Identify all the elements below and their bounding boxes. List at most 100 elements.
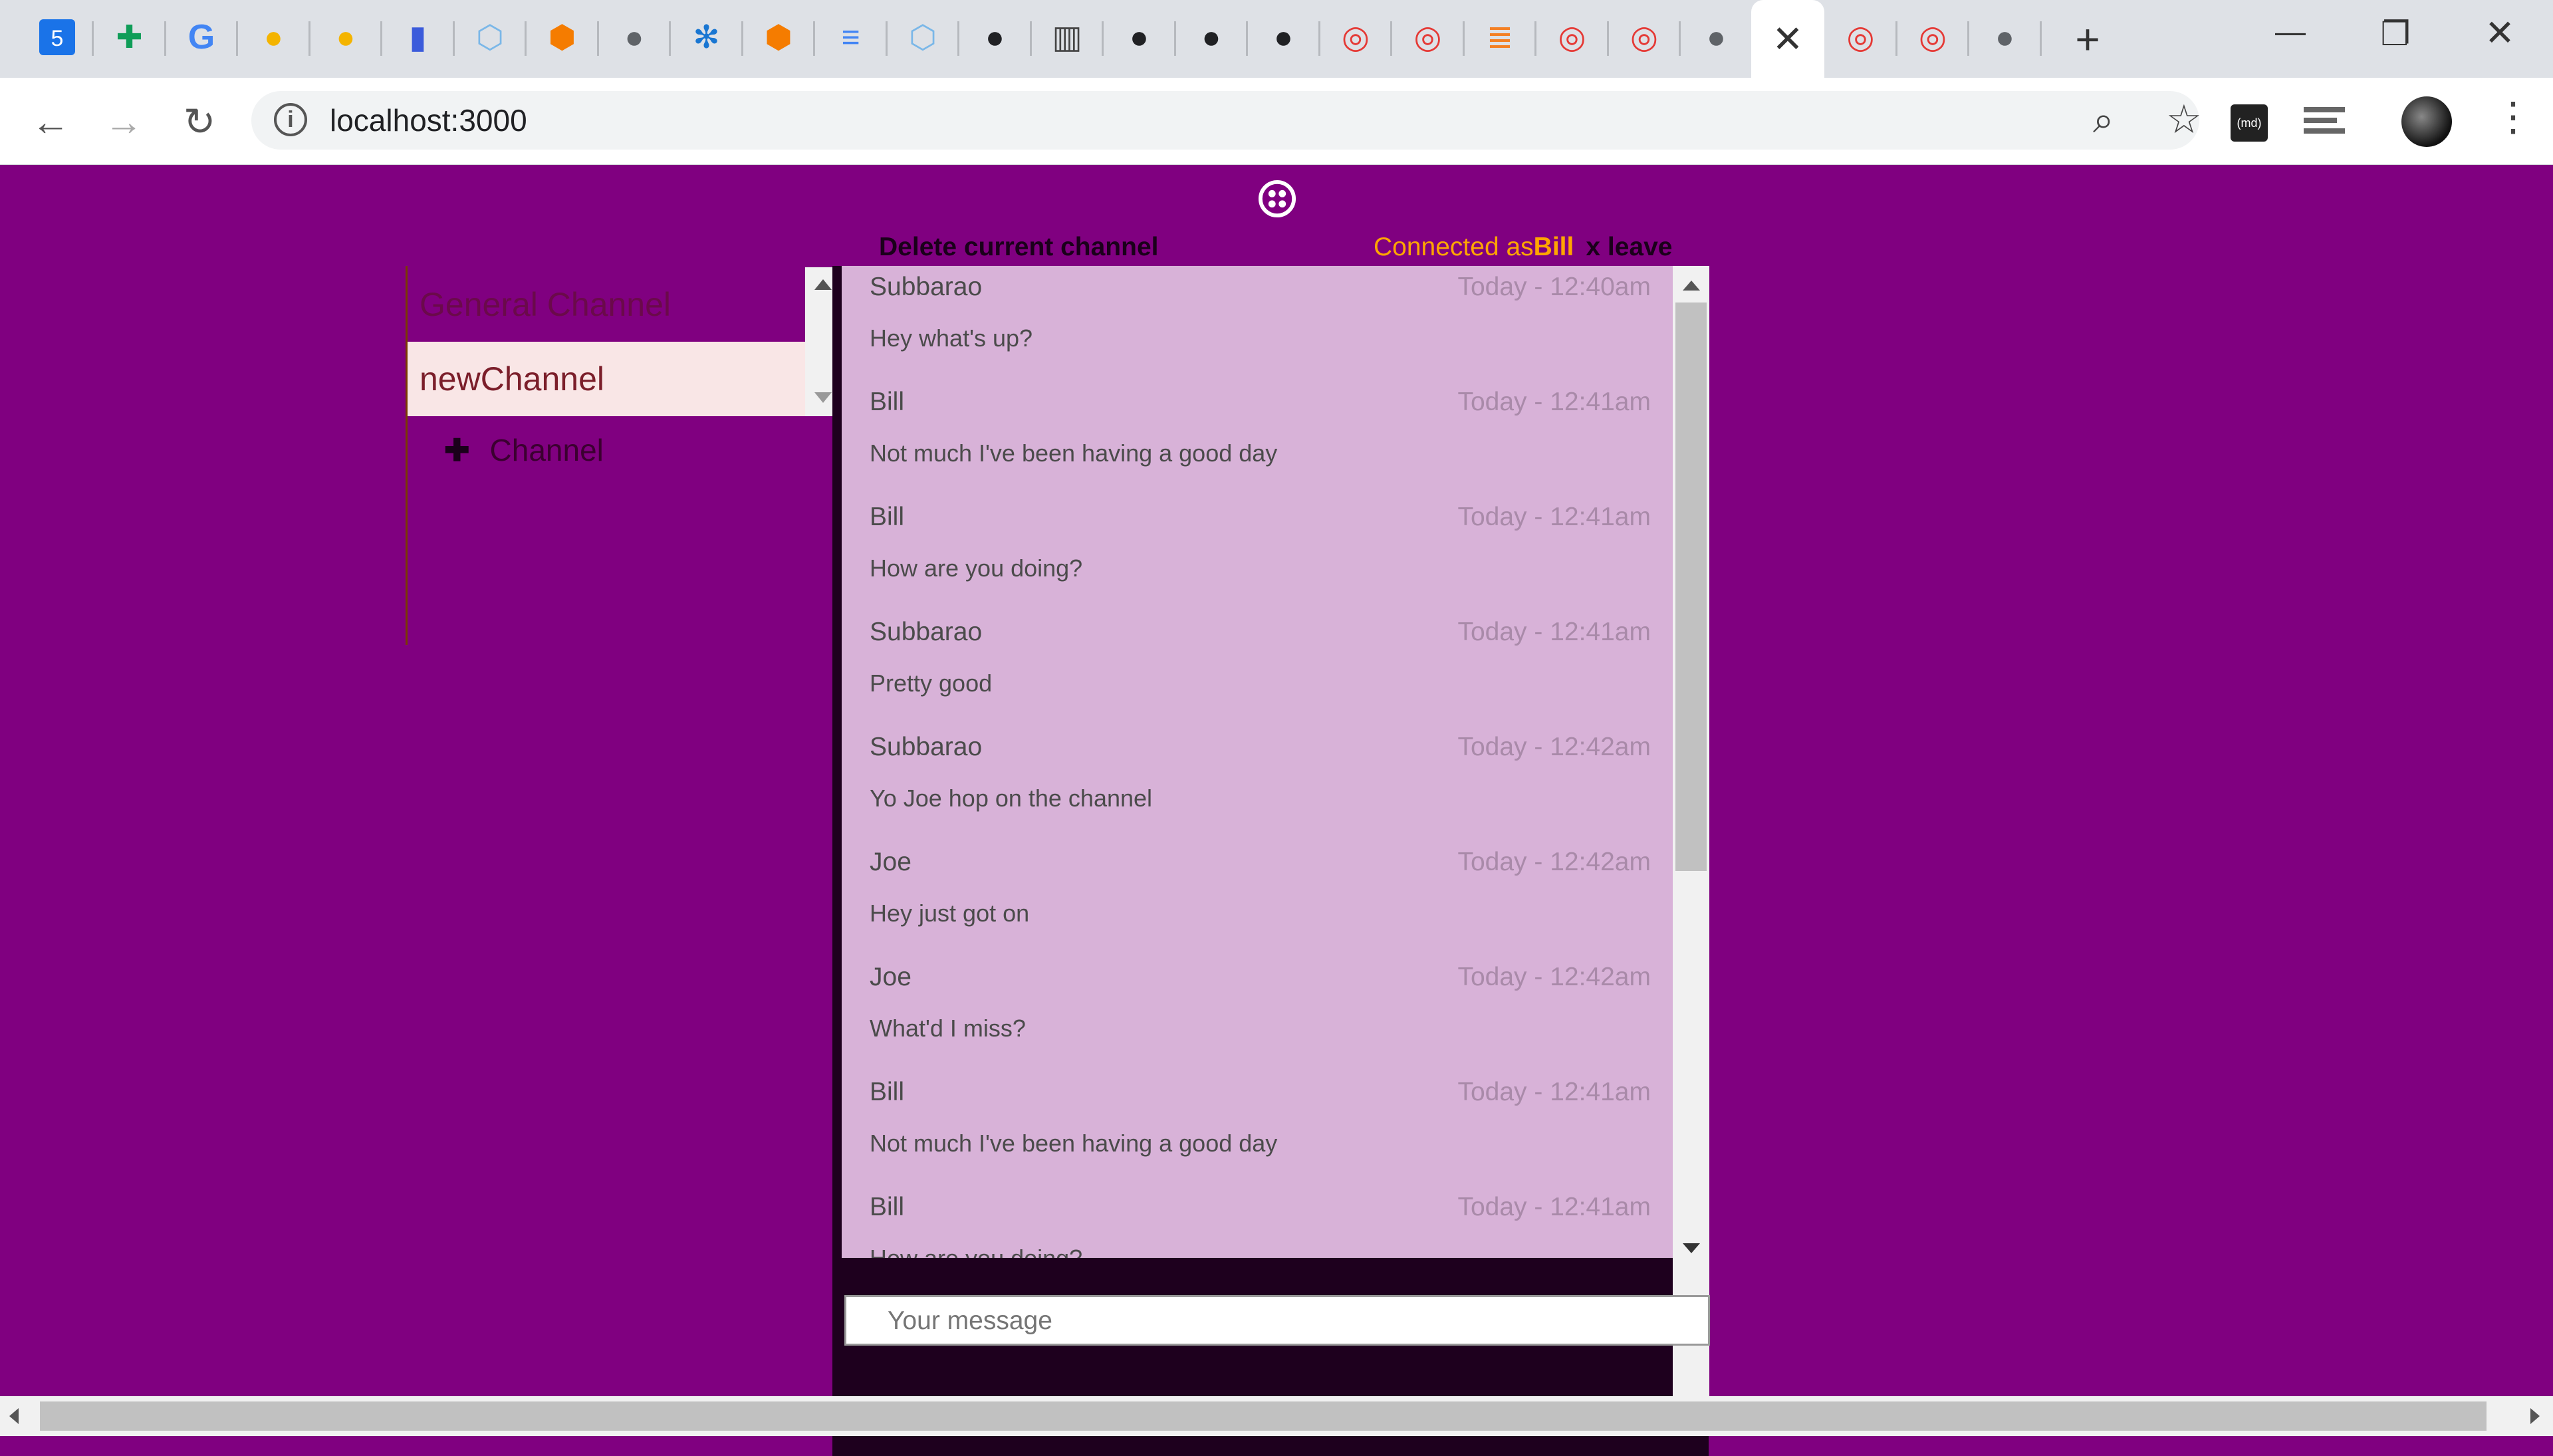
scroll-up-icon[interactable] [1683, 281, 1700, 291]
twilio-icon[interactable]: ◎ [1408, 17, 1448, 57]
scroll-down-icon[interactable] [1683, 1243, 1700, 1253]
tab-separator [957, 21, 959, 56]
add-channel-button[interactable]: ✚ Channel [444, 432, 604, 468]
message-body: Pretty good [870, 669, 993, 697]
tab-separator [1967, 21, 1969, 56]
connection-status: Connected asBill x leave [1374, 233, 1672, 262]
scroll-left-icon[interactable] [9, 1408, 19, 1424]
package-icon[interactable]: ⬢ [543, 17, 582, 57]
message-author: Bill [870, 388, 905, 416]
message-item: Subbarao Today - 12:40am Hey what's up? [870, 273, 1651, 372]
twilio-icon[interactable]: ◎ [1624, 17, 1664, 57]
menu-icon[interactable]: ⋮ [2493, 94, 2533, 140]
close-icon[interactable]: ✕ [1772, 17, 1804, 61]
twilio-icon[interactable]: ◎ [1336, 17, 1376, 57]
message-author: Bill [870, 1078, 905, 1106]
tab-separator [1534, 21, 1536, 56]
cube-icon[interactable]: ⬡ [470, 17, 510, 57]
github-icon[interactable]: ● [1120, 17, 1159, 57]
book-icon[interactable]: ▮ [398, 17, 438, 57]
back-icon[interactable]: ← [27, 98, 74, 146]
add-channel-label: Channel [489, 433, 604, 467]
new-tab-icon[interactable]: + [2064, 15, 2111, 63]
window-close-icon[interactable]: ✕ [2477, 12, 2523, 53]
message-input[interactable]: Your message [844, 1295, 1710, 1346]
docs-icon[interactable]: ≡ [831, 17, 871, 57]
message-item: Bill Today - 12:41am How are you doing? [870, 503, 1651, 602]
avatar[interactable] [2401, 96, 2452, 147]
plus-icon: ✚ [444, 433, 470, 467]
bee-icon[interactable]: ● [254, 17, 294, 57]
zoom-icon[interactable]: ⌕ [2093, 98, 2114, 142]
tab-separator [813, 21, 815, 56]
github-icon[interactable]: ● [1191, 17, 1231, 57]
tab-separator [380, 21, 382, 56]
google-icon[interactable]: G [182, 17, 221, 57]
tab-separator [1606, 21, 1609, 56]
tab-separator [1029, 21, 1032, 56]
cube-icon[interactable]: ⬡ [903, 17, 943, 57]
leave-button[interactable]: x leave [1586, 233, 1672, 261]
chart-icon[interactable]: ▥ [1047, 17, 1087, 57]
star-icon[interactable]: ☆ [2166, 96, 2202, 143]
scroll-thumb[interactable] [1675, 303, 1707, 871]
minimize-icon[interactable]: — [2267, 13, 2314, 53]
tab-separator [1390, 21, 1392, 56]
tab-separator [1246, 21, 1248, 56]
twilio-icon[interactable]: ◎ [1552, 17, 1592, 57]
globe-icon[interactable]: ● [614, 17, 654, 57]
message-author: Bill [870, 503, 905, 531]
tab-separator [741, 21, 743, 56]
message-body: How are you doing? [870, 1245, 1082, 1258]
scroll-right-icon[interactable] [2530, 1408, 2540, 1424]
message-body: Hey just got on [870, 900, 1030, 927]
info-icon[interactable]: i [274, 103, 307, 136]
message-scrollbar[interactable] [1673, 266, 1709, 1423]
message-author: Joe [870, 848, 912, 876]
horizontal-scrollbar[interactable] [0, 1396, 2553, 1436]
snowflake-icon[interactable]: ✻ [687, 17, 727, 57]
scroll-up-icon[interactable] [814, 279, 832, 290]
package-icon[interactable]: ⬢ [759, 17, 798, 57]
active-tab[interactable]: ✕ [1751, 0, 1824, 78]
stackoverflow-icon[interactable]: ≣ [1480, 17, 1520, 57]
message-body: Yo Joe hop on the channel [870, 785, 1153, 812]
message-body: Not much I've been having a good day [870, 1130, 1278, 1157]
tab-separator [1173, 21, 1176, 56]
calendar-icon[interactable]: 5 [37, 17, 77, 57]
tab-separator [164, 21, 166, 56]
markdown-extension-icon[interactable]: (md) [2231, 104, 2268, 142]
channel-item-newchannel[interactable]: newChannel [408, 342, 805, 416]
message-author: Subbarao [870, 273, 983, 301]
forward-icon[interactable]: → [100, 98, 148, 146]
message-time: Today - 12:40am [1457, 273, 1651, 301]
tab-separator [452, 21, 455, 56]
message-author: Subbarao [870, 733, 983, 761]
twilio-icon[interactable]: ◎ [1841, 17, 1881, 57]
twilio-icon[interactable]: ◎ [1913, 17, 1953, 57]
message-body: Not much I've been having a good day [870, 439, 1278, 467]
channel-item-general[interactable]: General Channel [408, 267, 805, 342]
message-list: Subbarao Today - 12:40am Hey what's up? Bil… [842, 266, 1673, 1258]
github-icon[interactable]: ● [975, 17, 1015, 57]
channel-sidebar: General Channel newChannel ✚ Channel [406, 266, 840, 645]
message-item: Joe Today - 12:42am What'd I miss? [870, 963, 1651, 1062]
restore-icon[interactable]: ❐ [2372, 15, 2419, 55]
scroll-thumb[interactable] [40, 1401, 2487, 1431]
address-bar[interactable]: i localhost:3000 ⌕ ☆ [251, 91, 2202, 150]
message-author: Joe [870, 963, 912, 991]
github-icon[interactable]: ● [1264, 17, 1304, 57]
globe-icon[interactable]: ● [1697, 17, 1737, 57]
reader-extension-icon[interactable] [2304, 107, 2345, 139]
bee-icon[interactable]: ● [326, 17, 366, 57]
globe-icon[interactable]: ● [1985, 17, 2025, 57]
reload-icon[interactable]: ↻ [176, 98, 223, 146]
sheets-icon[interactable]: ✚ [110, 17, 150, 57]
scroll-down-icon[interactable] [814, 392, 832, 403]
message-time: Today - 12:42am [1457, 848, 1651, 876]
tab-separator [1318, 21, 1320, 56]
tab-separator [669, 21, 671, 56]
delete-channel-button[interactable]: Delete current channel [879, 233, 1158, 262]
url-text[interactable]: localhost:3000 [330, 100, 527, 140]
message-body: What'd I miss? [870, 1015, 1026, 1042]
